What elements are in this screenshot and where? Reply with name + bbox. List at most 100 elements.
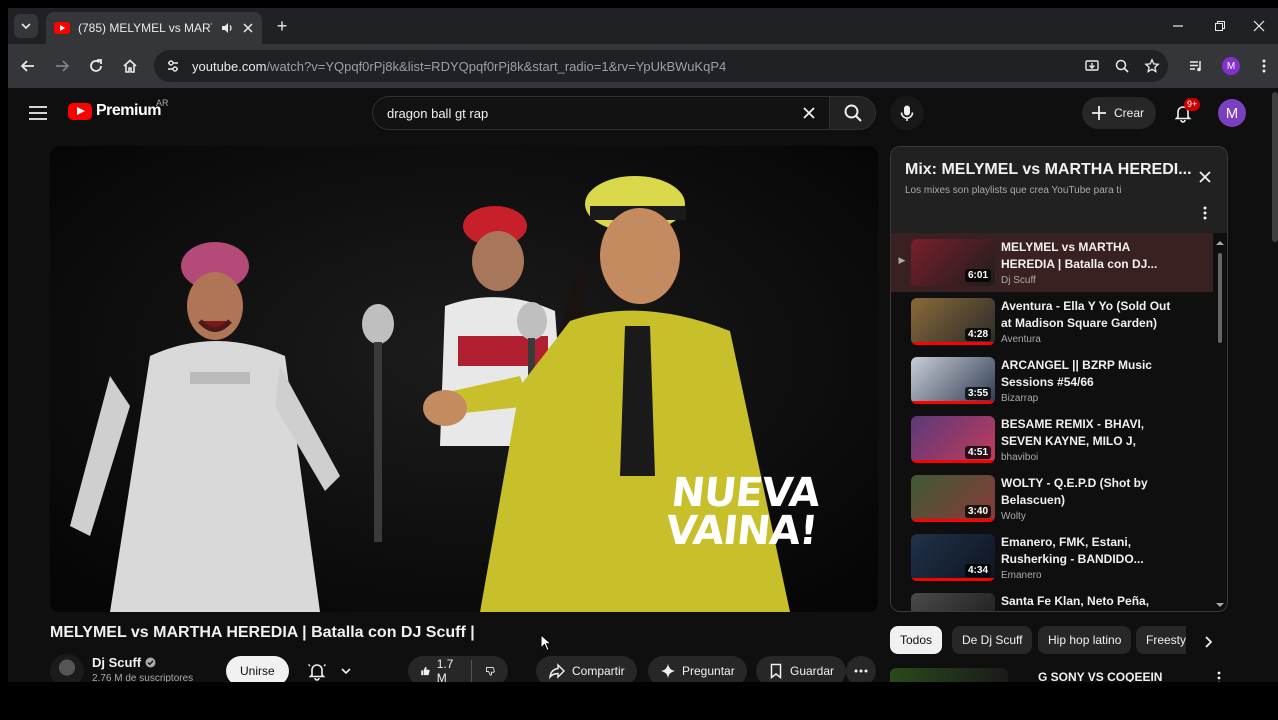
minimize-button[interactable] (1156, 8, 1200, 44)
profile-button[interactable]: M (1219, 54, 1243, 78)
search-input[interactable]: dragon ball gt rap (372, 96, 830, 130)
like-count[interactable]: 1.7 M (437, 657, 455, 682)
playlist-item-thumbnail[interactable]: 6:01 (911, 239, 995, 286)
share-button[interactable]: Compartir (536, 656, 637, 682)
like-icon[interactable] (420, 662, 431, 680)
playlist-item-text: WOLTY - Q.E.P.D (Shot by Belascuen) Wolty (1001, 475, 1177, 522)
playlist-item-thumbnail[interactable]: 3:40 (911, 475, 995, 522)
browser-tab-active[interactable]: (785) MELYMEL vs MARTHA HEREDIA | Batall… (46, 12, 262, 44)
youtube-premium-logo[interactable]: Premium AR (68, 98, 169, 120)
recommended-thumbnail[interactable] (890, 668, 1008, 682)
playlist-item-thumbnail[interactable]: 4:34 (911, 534, 995, 581)
playlist-menu-button[interactable] (1197, 203, 1213, 223)
watched-progress-bar (911, 519, 995, 522)
tab-search-button[interactable] (14, 14, 38, 38)
bell-icon (307, 664, 326, 681)
overlay-line-2: VAINA! (663, 508, 820, 554)
youtube-favicon-icon (54, 22, 70, 34)
speaker-icon[interactable] (220, 21, 234, 35)
create-button[interactable]: Crear (1082, 97, 1157, 129)
playlist-item[interactable]: Santa Fe Klan, Neto Peña, (891, 587, 1213, 611)
recommended-title[interactable]: G SONY VS COQEEIN (1038, 670, 1162, 682)
address-bar[interactable]: youtube.com/watch?v=YQpqf0rPj8k&list=RDY… (154, 50, 1168, 82)
back-button[interactable] (16, 54, 40, 78)
chevron-right-icon (1205, 636, 1213, 648)
channel-name: Dj Scuff (92, 655, 142, 670)
hamburger-icon (29, 106, 47, 120)
restore-button[interactable] (1198, 8, 1242, 44)
new-tab-button[interactable]: + (272, 16, 292, 36)
search-button[interactable] (830, 96, 876, 130)
scroll-down-icon[interactable] (1215, 601, 1225, 609)
watched-progress-bar (911, 578, 995, 581)
more-actions-button[interactable] (846, 656, 876, 682)
playlist-item-title[interactable]: Aventura - Ella Y Yo (Sold Out at Madiso… (1001, 298, 1177, 332)
zoom-icon[interactable] (1110, 54, 1134, 78)
playlist-item-title[interactable]: ARCANGEL || BZRP Music Sessions #54/66 (1001, 357, 1177, 391)
ask-button[interactable]: Preguntar (648, 656, 747, 682)
share-label: Compartir (572, 664, 625, 678)
playlist-item-thumbnail[interactable]: 4:51 (911, 416, 995, 463)
video-duration: 4:34 (964, 564, 991, 577)
recommended-menu-button[interactable] (1212, 670, 1226, 682)
chip-hip-hop-latino[interactable]: Hip hop latino (1038, 626, 1132, 654)
subscription-bell-button[interactable] (300, 656, 358, 682)
playlist-item[interactable]: ▶ 6:01 MELYMEL vs MARTHA HEREDIA | Batalla… (891, 233, 1213, 292)
install-app-icon[interactable] (1080, 54, 1104, 78)
mix-playlist-panel: Mix: MELYMEL vs MARTHA HEREDI... Los mix… (890, 146, 1228, 612)
channel-name-link[interactable]: Dj Scuff (92, 655, 156, 670)
reload-button[interactable] (84, 54, 108, 78)
chip-freestyle[interactable]: Freesty (1136, 626, 1186, 654)
playlist-item-thumbnail[interactable]: 4:28 (911, 298, 995, 345)
playlist-item-title[interactable]: BESAME REMIX - BHAVI, SEVEN KAYNE, MILO … (1001, 416, 1177, 450)
media-controls-button[interactable] (1184, 54, 1208, 78)
playlist-item-text: Aventura - Ella Y Yo (Sold Out at Madiso… (1001, 298, 1177, 345)
playlist-item-title[interactable]: WOLTY - Q.E.P.D (Shot by Belascuen) (1001, 475, 1177, 509)
playlist-item-thumbnail[interactable] (911, 593, 995, 611)
arrow-left-icon (20, 60, 34, 72)
region-code: AR (156, 98, 169, 108)
forward-button[interactable] (50, 54, 74, 78)
close-window-button[interactable] (1240, 8, 1278, 44)
guide-menu-button[interactable] (26, 101, 50, 125)
chip-from-channel[interactable]: De Dj Scuff (952, 626, 1033, 654)
scrollbar-thumb[interactable] (1218, 253, 1222, 343)
chip-all[interactable]: Todos (890, 626, 943, 654)
video-duration: 6:01 (964, 269, 991, 282)
close-tab-icon[interactable] (242, 22, 254, 34)
save-label: Guardar (790, 664, 835, 678)
playlist-scrollbar[interactable] (1215, 239, 1225, 609)
recommended-video[interactable]: G SONY VS COQEEIN (890, 664, 1230, 682)
playlist-item[interactable]: 3:55 ARCANGEL || BZRP Music Sessions #54/… (891, 351, 1213, 410)
video-duration: 3:40 (964, 505, 991, 518)
playlist-item[interactable]: 4:28 Aventura - Ella Y Yo (Sold Out at Ma… (891, 292, 1213, 351)
scroll-up-icon[interactable] (1215, 239, 1225, 247)
page-scrollbar[interactable] (1272, 92, 1278, 242)
playlist-item-thumbnail[interactable]: 3:55 (911, 357, 995, 404)
chips-next-button[interactable] (1196, 630, 1220, 654)
playlist-title[interactable]: Mix: MELYMEL vs MARTHA HEREDI... (905, 161, 1192, 179)
share-arrow-icon (548, 663, 565, 680)
playlist-item[interactable]: 3:40 WOLTY - Q.E.P.D (Shot by Belascuen) W… (891, 469, 1213, 528)
playlist-item-title[interactable]: Emanero, FMK, Estani, Rusherking - BANDI… (1001, 534, 1177, 568)
playlist-item[interactable]: 4:51 BESAME REMIX - BHAVI, SEVEN KAYNE, M… (891, 410, 1213, 469)
video-player[interactable]: NUEVA VAINA! (50, 146, 878, 612)
create-label: Crear (1114, 106, 1145, 120)
playlist-item-channel: bhaviboi (1001, 452, 1039, 463)
account-avatar[interactable]: M (1218, 99, 1246, 127)
tab-strip: (785) MELYMEL vs MARTHA HEREDIA | Batall… (8, 8, 1278, 44)
voice-search-button[interactable] (890, 96, 924, 130)
playlist-item-title[interactable]: MELYMEL vs MARTHA HEREDIA | Batalla con … (1001, 239, 1177, 273)
close-playlist-button[interactable] (1193, 165, 1217, 189)
bookmark-star-icon[interactable] (1140, 54, 1164, 78)
browser-menu-button[interactable] (1252, 54, 1276, 78)
save-button[interactable]: Guardar (756, 656, 847, 682)
join-button[interactable]: Unirse (226, 656, 289, 682)
playlist-item-title[interactable]: Santa Fe Klan, Neto Peña, (1001, 593, 1177, 610)
clear-search-button[interactable] (797, 101, 821, 125)
home-button[interactable] (118, 54, 142, 78)
channel-avatar[interactable] (50, 654, 84, 682)
site-info-icon[interactable] (162, 55, 184, 77)
playlist-item[interactable]: 4:34 Emanero, FMK, Estani, Rusherking - B… (891, 528, 1213, 587)
dislike-icon[interactable] (485, 662, 496, 680)
